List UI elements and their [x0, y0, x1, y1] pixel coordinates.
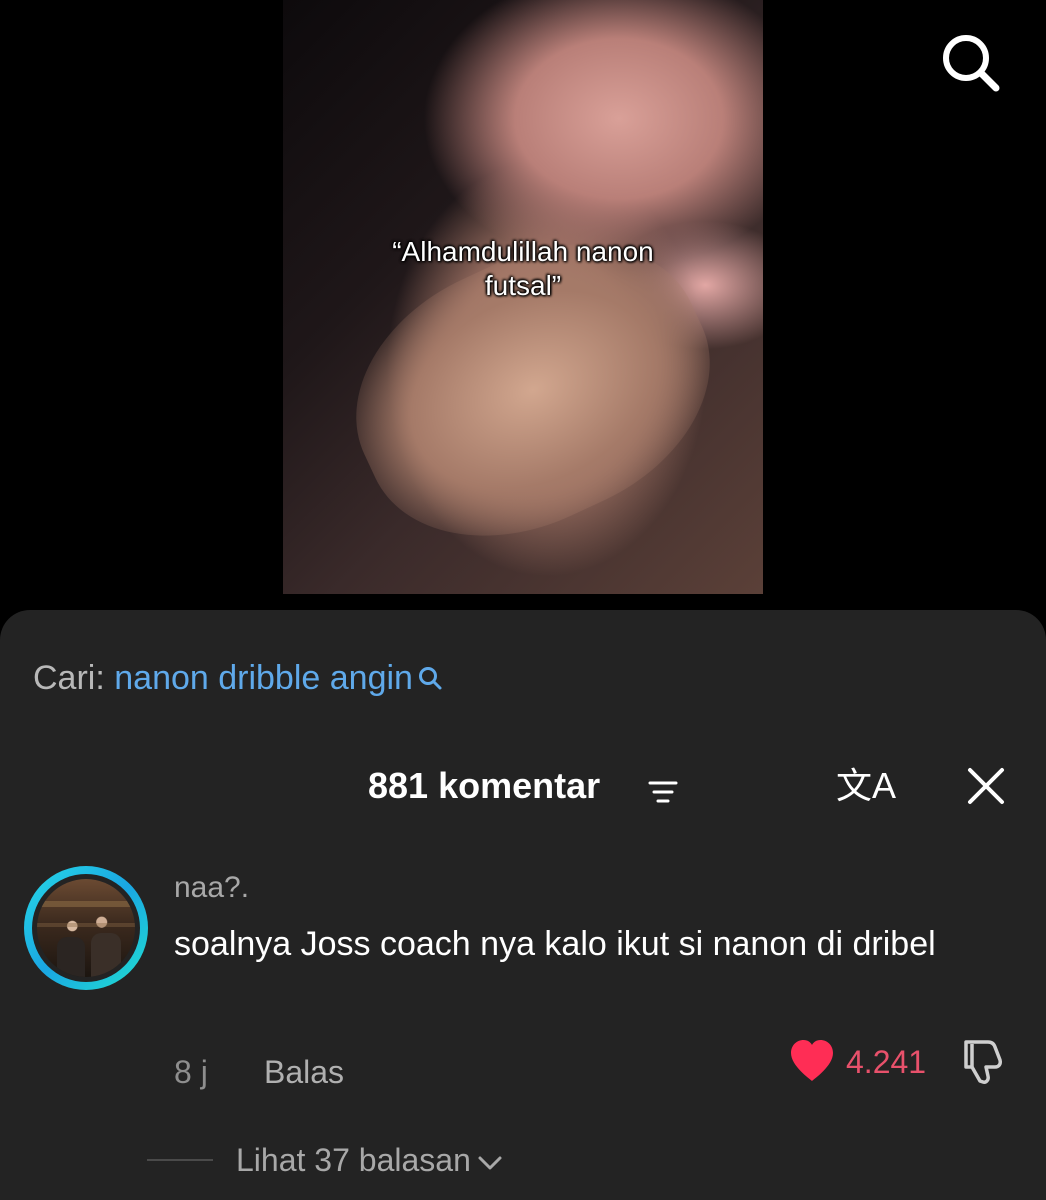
search-suggestion-query[interactable]: nanon dribble angin: [114, 659, 413, 697]
video-area[interactable]: “Alhamdulillah nanon futsal”: [0, 0, 1046, 640]
heart-icon[interactable]: [788, 1038, 836, 1089]
like-count: 4.241: [846, 1044, 927, 1080]
comment-timestamp: 8 j: [174, 1054, 208, 1090]
search-suggestion-prefix: Cari:: [33, 659, 105, 697]
video-caption: “Alhamdulillah nanon futsal”: [283, 235, 763, 303]
search-suggestion[interactable]: Cari: nanon dribble angin: [33, 656, 443, 702]
comment-text: soalnya Joss coach nya kalo ikut si nano…: [174, 925, 936, 963]
search-icon: [417, 658, 443, 702]
chevron-down-icon: [478, 1156, 502, 1170]
replies-divider: [147, 1159, 213, 1161]
thumbs-down-icon[interactable]: [958, 1036, 1010, 1091]
comment-username[interactable]: naa?.: [174, 868, 249, 908]
avatar-shelf: [37, 923, 135, 927]
sort-filter-icon[interactable]: [648, 780, 678, 809]
avatar[interactable]: [24, 866, 148, 990]
video-caption-line-1: “Alhamdulillah nanon: [392, 236, 654, 267]
avatar-figure: [91, 933, 121, 977]
video-caption-line-2: futsal”: [484, 270, 562, 301]
comments-header: 881 komentar 文A: [0, 760, 1046, 810]
avatar-image: [37, 879, 135, 977]
translate-icon[interactable]: 文A: [836, 764, 896, 808]
view-replies-button[interactable]: Lihat 37 balasan: [236, 1138, 503, 1182]
reply-button[interactable]: Balas: [264, 1050, 344, 1094]
avatar-shelf: [37, 901, 135, 907]
comment-count: 881 komentar: [368, 765, 601, 806]
close-icon[interactable]: [966, 766, 1006, 811]
avatar-inner: [32, 874, 140, 982]
view-replies-label: Lihat 37 balasan: [236, 1142, 471, 1178]
search-icon[interactable]: [938, 30, 1002, 94]
avatar-figure: [57, 937, 85, 977]
video-player[interactable]: “Alhamdulillah nanon futsal”: [283, 0, 763, 594]
